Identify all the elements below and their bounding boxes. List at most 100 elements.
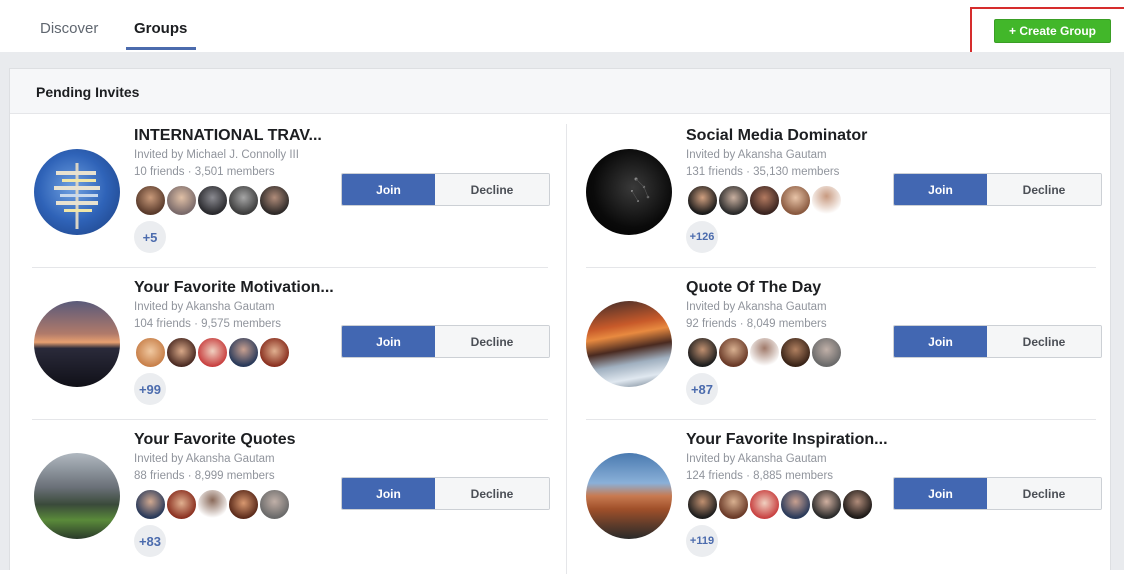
decline-button[interactable]: Decline (987, 326, 1101, 357)
column-divider (566, 124, 567, 574)
group-avatar[interactable] (34, 149, 120, 235)
friend-avatars (686, 336, 843, 369)
join-button[interactable]: Join (342, 326, 435, 357)
friend-avatar[interactable] (717, 184, 750, 217)
group-name[interactable]: Quote Of The Day (686, 279, 821, 297)
friend-avatar[interactable] (686, 488, 719, 521)
join-button[interactable]: Join (342, 478, 435, 509)
friend-avatars (686, 184, 843, 217)
top-tab-bar: Discover Groups + Create Group (0, 0, 1124, 64)
group-stats: 104 friends · 9,575 members (134, 318, 282, 330)
friend-avatars (686, 488, 874, 521)
join-button[interactable]: Join (894, 478, 987, 509)
invite-actions: Join Decline (893, 173, 1102, 206)
invited-by: Invited by Akansha Gautam (134, 301, 275, 313)
active-tab-indicator (126, 47, 196, 50)
friend-avatar[interactable] (779, 184, 812, 217)
group-stats: 10 friends · 3,501 members (134, 166, 275, 178)
group-avatar[interactable] (34, 301, 120, 387)
group-invite-item: Your Favorite Quotes Invited by Akansha … (34, 431, 554, 583)
tab-discover[interactable]: Discover (40, 20, 98, 37)
more-friends-badge[interactable]: +87 (686, 373, 718, 405)
group-name[interactable]: Your Favorite Quotes (134, 431, 296, 449)
more-friends-badge[interactable]: +83 (134, 525, 166, 557)
invite-actions: Join Decline (341, 477, 550, 510)
friend-avatar[interactable] (196, 488, 229, 521)
invite-actions: Join Decline (341, 325, 550, 358)
invited-by: Invited by Akansha Gautam (134, 453, 275, 465)
decline-button[interactable]: Decline (435, 478, 549, 509)
friend-avatar[interactable] (134, 184, 167, 217)
friend-avatar[interactable] (779, 336, 812, 369)
invited-by: Invited by Akansha Gautam (686, 149, 827, 161)
more-friends-badge[interactable]: +119 (686, 525, 718, 557)
group-stats: 124 friends · 8,885 members (686, 470, 834, 482)
join-button[interactable]: Join (894, 326, 987, 357)
decline-button[interactable]: Decline (987, 478, 1101, 509)
friend-avatar[interactable] (810, 336, 843, 369)
card-header: Pending Invites (10, 69, 1110, 114)
friend-avatar[interactable] (841, 488, 874, 521)
friend-avatar[interactable] (227, 184, 260, 217)
friend-avatar[interactable] (165, 336, 198, 369)
tab-groups[interactable]: Groups (134, 20, 187, 37)
friend-avatar[interactable] (134, 336, 167, 369)
invite-actions: Join Decline (893, 477, 1102, 510)
friend-avatar[interactable] (748, 488, 781, 521)
friend-avatar[interactable] (717, 336, 750, 369)
friend-avatar[interactable] (134, 488, 167, 521)
friend-avatar[interactable] (810, 488, 843, 521)
friend-avatar[interactable] (165, 184, 198, 217)
group-avatar[interactable] (586, 453, 672, 539)
group-name[interactable]: Social Media Dominator (686, 127, 867, 145)
friend-avatar[interactable] (258, 488, 291, 521)
group-stats: 131 friends · 35,130 members (686, 166, 840, 178)
friend-avatar[interactable] (258, 184, 291, 217)
join-button[interactable]: Join (342, 174, 435, 205)
friend-avatars (134, 184, 291, 217)
friend-avatar[interactable] (258, 336, 291, 369)
friend-avatar[interactable] (748, 184, 781, 217)
group-name[interactable]: Your Favorite Inspiration... (686, 431, 888, 449)
friend-avatar[interactable] (810, 184, 843, 217)
friend-avatar[interactable] (779, 488, 812, 521)
more-friends-badge[interactable]: +126 (686, 221, 718, 253)
group-invite-item: Your Favorite Inspiration... Invited by … (586, 431, 1106, 583)
decline-button[interactable]: Decline (435, 326, 549, 357)
friend-avatar[interactable] (196, 336, 229, 369)
network-image (631, 177, 650, 202)
invite-actions: Join Decline (893, 325, 1102, 358)
group-name[interactable]: INTERNATIONAL TRAV... (134, 127, 322, 145)
group-avatar[interactable] (34, 453, 120, 539)
friend-avatar[interactable] (717, 488, 750, 521)
signpost-image (54, 163, 100, 229)
group-invite-item: Social Media Dominator Invited by Akansh… (586, 127, 1106, 279)
group-stats: 92 friends · 8,049 members (686, 318, 827, 330)
invited-by: Invited by Akansha Gautam (686, 301, 827, 313)
friend-avatar[interactable] (227, 336, 260, 369)
friend-avatar[interactable] (196, 184, 229, 217)
invited-by: Invited by Akansha Gautam (686, 453, 827, 465)
invited-by: Invited by Michael J. Connolly III (134, 149, 299, 161)
more-friends-badge[interactable]: +5 (134, 221, 166, 253)
friend-avatar[interactable] (227, 488, 260, 521)
decline-button[interactable]: Decline (987, 174, 1101, 205)
invite-actions: Join Decline (341, 173, 550, 206)
more-friends-badge[interactable]: +99 (134, 373, 166, 405)
friend-avatar[interactable] (165, 488, 198, 521)
group-avatar[interactable] (586, 301, 672, 387)
group-name[interactable]: Your Favorite Motivation... (134, 279, 334, 297)
create-group-button[interactable]: + Create Group (994, 19, 1111, 43)
friend-avatar[interactable] (686, 336, 719, 369)
friend-avatars (134, 488, 291, 521)
group-stats: 88 friends · 8,999 members (134, 470, 275, 482)
section-title: Pending Invites (36, 84, 140, 100)
group-invite-item: Your Favorite Motivation... Invited by A… (34, 279, 554, 431)
pending-invites-card: Pending Invites INTERNATIONAL TRAV... In… (9, 68, 1111, 574)
group-invite-item: Quote Of The Day Invited by Akansha Gaut… (586, 279, 1106, 431)
decline-button[interactable]: Decline (435, 174, 549, 205)
join-button[interactable]: Join (894, 174, 987, 205)
friend-avatar[interactable] (748, 336, 781, 369)
group-avatar[interactable] (586, 149, 672, 235)
friend-avatar[interactable] (686, 184, 719, 217)
